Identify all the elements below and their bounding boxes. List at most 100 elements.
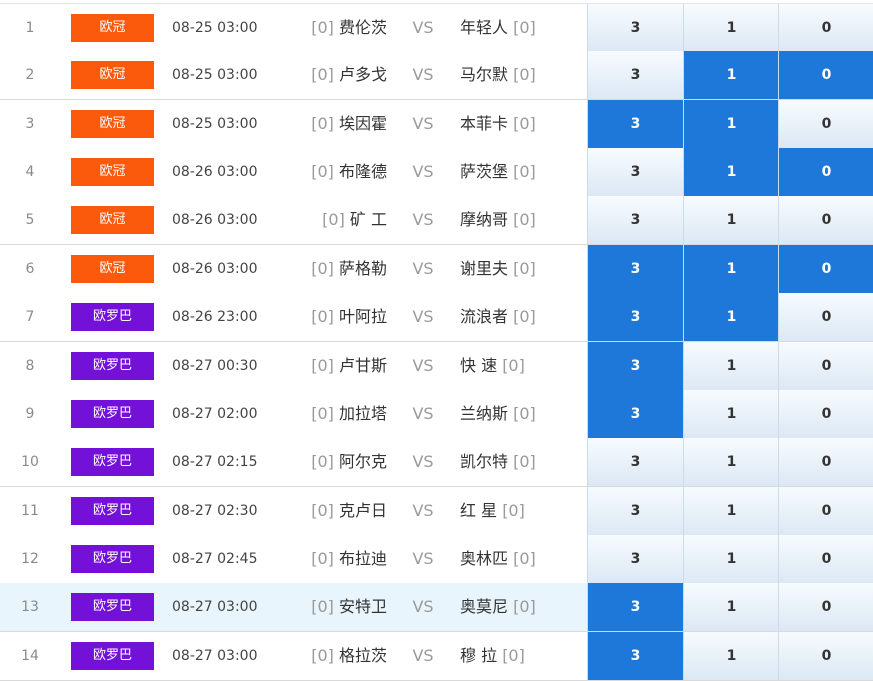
away-team[interactable]: 本菲卡 [0]: [460, 100, 580, 148]
vs-label: VS: [412, 404, 434, 423]
option-win-button[interactable]: 3: [587, 196, 683, 244]
vs-label: VS: [412, 307, 434, 326]
home-team[interactable]: [0] 萨格勒: [282, 245, 387, 293]
option-lose-button[interactable]: 0: [778, 535, 873, 583]
option-win-button[interactable]: 3: [587, 4, 683, 52]
option-win-button[interactable]: 3: [587, 535, 683, 583]
league-badge[interactable]: 欧罗巴: [71, 352, 154, 380]
away-team[interactable]: 快 速 [0]: [460, 342, 580, 390]
away-team[interactable]: 摩纳哥 [0]: [460, 196, 580, 244]
away-team[interactable]: 年轻人 [0]: [460, 4, 580, 52]
home-team[interactable]: [0] 格拉茨: [282, 632, 387, 680]
match-time: 08-27 00:30: [172, 358, 258, 374]
option-draw-button[interactable]: 1: [683, 632, 779, 680]
league-cell: 欧罗巴: [71, 487, 154, 535]
match-time: 08-27 03:00: [172, 648, 258, 664]
option-draw-button[interactable]: 1: [683, 487, 779, 535]
option-draw-button[interactable]: 1: [683, 390, 779, 438]
home-team-name: 矿 工: [349, 210, 387, 229]
league-badge[interactable]: 欧罗巴: [71, 497, 154, 525]
option-lose-button[interactable]: 0: [778, 51, 873, 99]
match-number: 9: [25, 406, 35, 422]
option-lose-button[interactable]: 0: [778, 390, 873, 438]
option-draw-button[interactable]: 1: [683, 148, 779, 196]
option-win-button[interactable]: 3: [587, 51, 683, 99]
option-lose-button[interactable]: 0: [778, 245, 873, 293]
option-lose-button[interactable]: 0: [778, 293, 873, 341]
option-win-button[interactable]: 3: [587, 390, 683, 438]
league-badge[interactable]: 欧冠: [71, 14, 154, 42]
league-badge[interactable]: 欧罗巴: [71, 642, 154, 670]
option-win-button[interactable]: 3: [587, 342, 683, 390]
option-win-button[interactable]: 3: [587, 245, 683, 293]
away-team[interactable]: 穆 拉 [0]: [460, 632, 580, 680]
option-win-button[interactable]: 3: [587, 583, 683, 631]
home-team[interactable]: [0] 矿 工: [282, 196, 387, 244]
option-draw-button[interactable]: 1: [683, 293, 779, 341]
match-number: 12: [21, 551, 39, 567]
league-badge[interactable]: 欧罗巴: [71, 593, 154, 621]
option-draw-button[interactable]: 1: [683, 342, 779, 390]
match-time: 08-25 03:00: [172, 67, 258, 83]
home-team[interactable]: [0] 安特卫: [282, 583, 387, 631]
match-number: 4: [25, 164, 35, 180]
home-team-name: 卢多戈: [338, 65, 387, 84]
away-team[interactable]: 谢里夫 [0]: [460, 245, 580, 293]
option-lose-button[interactable]: 0: [778, 196, 873, 244]
away-team[interactable]: 奥莫尼 [0]: [460, 583, 580, 631]
league-badge[interactable]: 欧罗巴: [71, 545, 154, 573]
option-win-button[interactable]: 3: [587, 438, 683, 486]
option-draw-button[interactable]: 1: [683, 100, 779, 148]
option-draw-button[interactable]: 1: [683, 51, 779, 99]
option-lose-button[interactable]: 0: [778, 100, 873, 148]
option-lose-button[interactable]: 0: [778, 342, 873, 390]
league-badge[interactable]: 欧罗巴: [71, 303, 154, 331]
option-win-button[interactable]: 3: [587, 148, 683, 196]
home-team[interactable]: [0] 卢甘斯: [282, 342, 387, 390]
league-badge[interactable]: 欧冠: [71, 61, 154, 89]
league-cell: 欧冠: [71, 245, 154, 293]
option-draw-button[interactable]: 1: [683, 245, 779, 293]
home-team[interactable]: [0] 阿尔克: [282, 438, 387, 486]
option-draw-button[interactable]: 1: [683, 583, 779, 631]
league-badge[interactable]: 欧冠: [71, 206, 154, 234]
option-lose-button[interactable]: 0: [778, 487, 873, 535]
home-team[interactable]: [0] 加拉塔: [282, 390, 387, 438]
away-team[interactable]: 流浪者 [0]: [460, 293, 580, 341]
away-team[interactable]: 奥林匹 [0]: [460, 535, 580, 583]
league-badge[interactable]: 欧冠: [71, 110, 154, 138]
home-team[interactable]: [0] 布拉迪: [282, 535, 387, 583]
option-draw-button[interactable]: 1: [683, 438, 779, 486]
option-win-button[interactable]: 3: [587, 632, 683, 680]
option-draw-button[interactable]: 1: [683, 535, 779, 583]
match-time: 08-26 03:00: [172, 212, 258, 228]
home-team[interactable]: [0] 叶阿拉: [282, 293, 387, 341]
option-lose-button[interactable]: 0: [778, 4, 873, 52]
league-badge[interactable]: 欧罗巴: [71, 448, 154, 476]
option-lose-button[interactable]: 0: [778, 148, 873, 196]
away-team[interactable]: 萨茨堡 [0]: [460, 148, 580, 196]
match-row: 9 欧罗巴 08-27 02:00 [0] 加拉塔 VS 兰纳斯 [0] 3 1 0: [0, 390, 873, 439]
home-team[interactable]: [0] 克卢日: [282, 487, 387, 535]
away-team[interactable]: 马尔默 [0]: [460, 51, 580, 99]
home-team[interactable]: [0] 卢多戈: [282, 51, 387, 99]
option-win-button[interactable]: 3: [587, 293, 683, 341]
away-team[interactable]: 凯尔特 [0]: [460, 438, 580, 486]
league-badge[interactable]: 欧罗巴: [71, 400, 154, 428]
away-rank: [0]: [513, 259, 536, 278]
league-badge[interactable]: 欧冠: [71, 255, 154, 283]
away-team[interactable]: 红 星 [0]: [460, 487, 580, 535]
home-team[interactable]: [0] 费伦茨: [282, 4, 387, 52]
option-lose-button[interactable]: 0: [778, 632, 873, 680]
option-lose-button[interactable]: 0: [778, 583, 873, 631]
home-team[interactable]: [0] 布隆德: [282, 148, 387, 196]
away-team[interactable]: 兰纳斯 [0]: [460, 390, 580, 438]
option-draw-button[interactable]: 1: [683, 4, 779, 52]
option-win-button[interactable]: 3: [587, 487, 683, 535]
option-draw-button[interactable]: 1: [683, 196, 779, 244]
away-team-name: 奥林匹: [460, 549, 509, 568]
option-lose-button[interactable]: 0: [778, 438, 873, 486]
home-team[interactable]: [0] 埃因霍: [282, 100, 387, 148]
league-badge[interactable]: 欧冠: [71, 158, 154, 186]
option-win-button[interactable]: 3: [587, 100, 683, 148]
